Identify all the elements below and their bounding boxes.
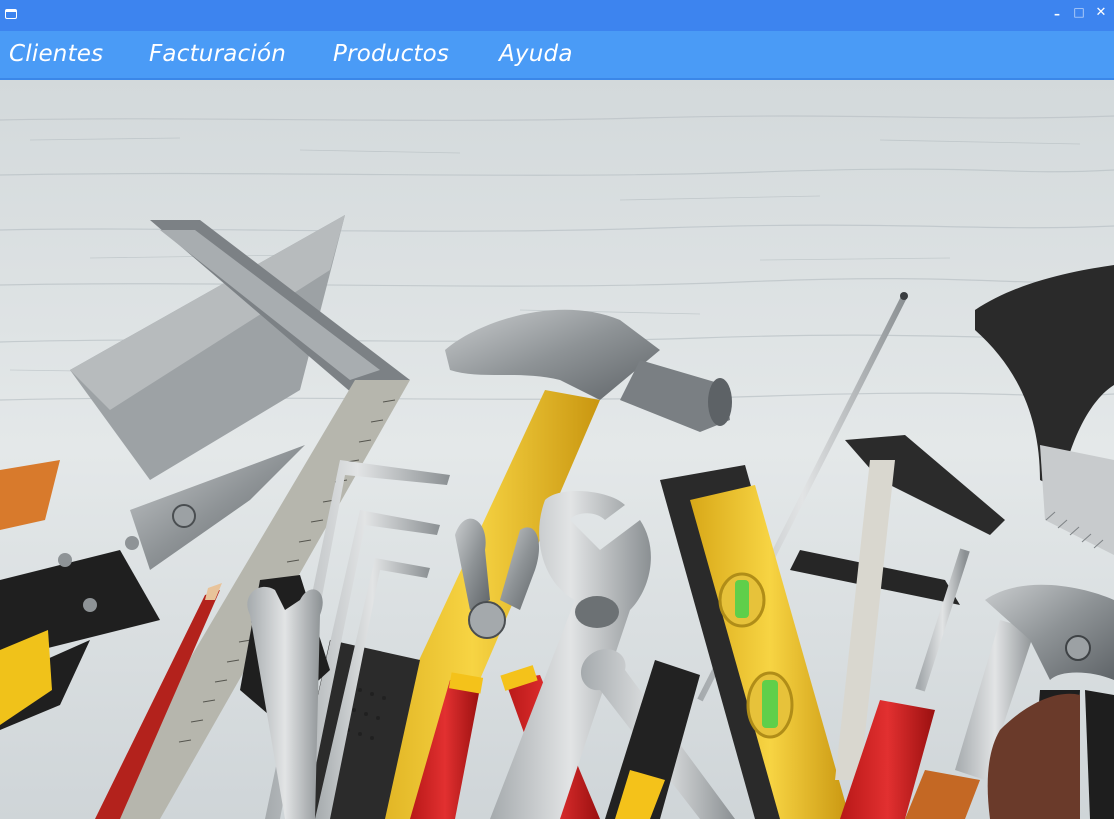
menu-facturacion[interactable]: Facturación: [149, 41, 286, 67]
menu-bar: Clientes Facturación Productos Ayuda: [0, 31, 1114, 80]
title-bar[interactable]: – □ ✕: [0, 0, 1114, 31]
maximize-button[interactable]: □: [1072, 6, 1086, 18]
minimize-button[interactable]: –: [1050, 8, 1064, 20]
menu-clientes[interactable]: Clientes: [9, 41, 103, 67]
close-button[interactable]: ✕: [1094, 6, 1108, 19]
menu-productos[interactable]: Productos: [333, 41, 449, 67]
window-app-icon[interactable]: [5, 9, 17, 19]
tools-illustration: [0, 80, 1114, 819]
menu-ayuda[interactable]: Ayuda: [499, 41, 573, 67]
window-controls: – □ ✕: [1050, 0, 1108, 24]
background-image: [0, 80, 1114, 819]
app-window: – □ ✕ Clientes Facturación Productos Ayu…: [0, 0, 1114, 819]
